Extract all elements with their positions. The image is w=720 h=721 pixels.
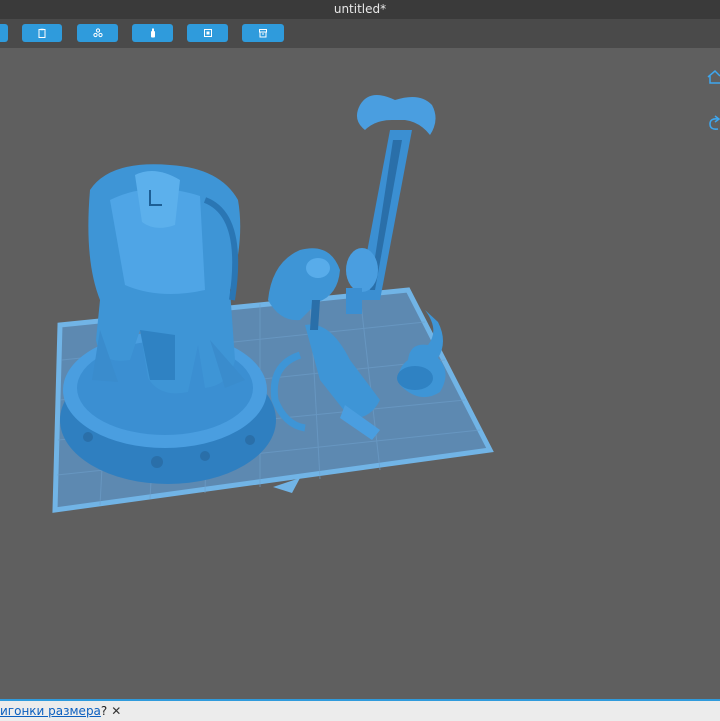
tool-button-3[interactable]	[77, 24, 118, 42]
archive-icon	[259, 29, 267, 38]
status-bar-accent	[0, 699, 720, 701]
window-title: untitled*	[333, 2, 387, 16]
ogre-figure	[88, 164, 245, 394]
toolbar	[0, 19, 720, 49]
status-suffix: ?	[100, 704, 108, 718]
tool-button-5[interactable]	[187, 24, 228, 42]
components-icon	[92, 28, 103, 38]
3d-viewport[interactable]	[0, 48, 720, 700]
bottle-icon	[150, 28, 155, 38]
close-icon[interactable]: ✕	[111, 704, 121, 718]
home-icon[interactable]	[706, 68, 720, 88]
tool-button-1[interactable]	[0, 24, 8, 42]
tool-button-2[interactable]	[22, 24, 62, 42]
status-bar: игонки размера? ✕	[0, 699, 720, 721]
tool-button-4[interactable]	[132, 24, 173, 42]
staff-part	[346, 95, 436, 314]
scene-render	[52, 95, 494, 513]
scale-fit-link[interactable]: игонки размера	[0, 704, 101, 718]
square-icon	[203, 29, 212, 37]
rotate-icon[interactable]	[706, 114, 720, 134]
window-title-bar: untitled*	[0, 0, 720, 19]
clipboard-icon	[38, 28, 46, 38]
tool-button-6[interactable]	[242, 24, 284, 42]
